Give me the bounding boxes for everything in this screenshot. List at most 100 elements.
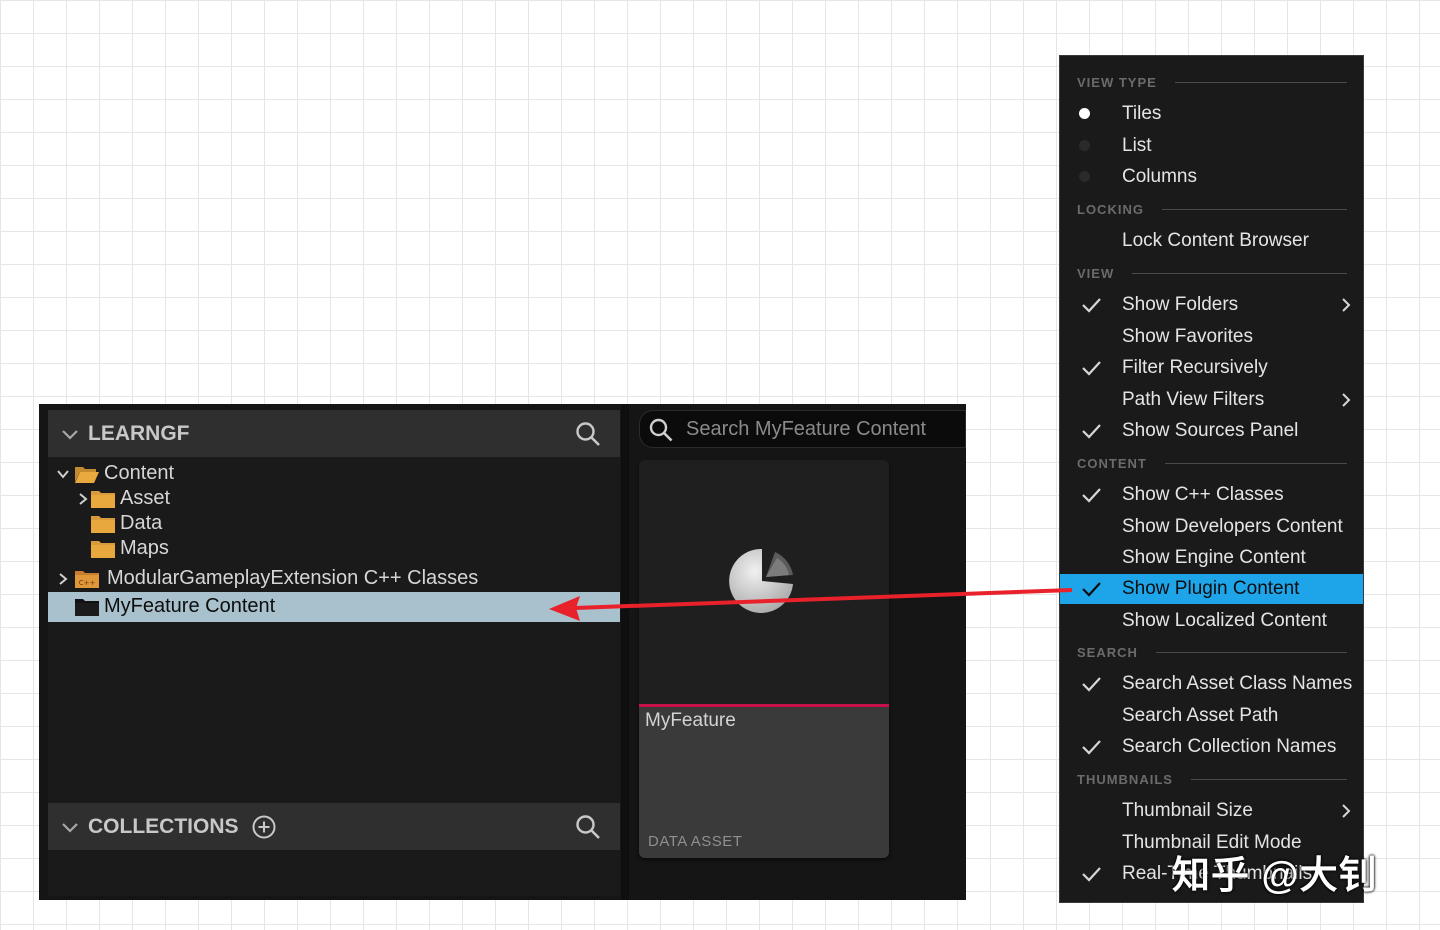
cpp-folder-icon: C++ [74, 569, 100, 589]
menu-section-title: VIEW [1077, 265, 1115, 281]
menu-item[interactable]: Search Collection Names [1060, 732, 1363, 762]
tree-item[interactable]: Asset [48, 487, 620, 512]
menu-item[interactable]: Columns [1060, 162, 1363, 192]
tree-item[interactable]: Data [48, 512, 620, 537]
menu-item-label: Columns [1122, 166, 1197, 187]
menu-section-heading: SEARCH [1077, 642, 1347, 662]
collections-title: COLLECTIONS [88, 814, 239, 838]
tree-item[interactable]: Content [48, 462, 620, 487]
menu-item-label: Tiles [1122, 103, 1162, 124]
menu-item[interactable]: Show Localized Content [1060, 606, 1363, 636]
chevron-right-icon[interactable] [56, 572, 70, 586]
menu-section-divider [1132, 273, 1347, 274]
add-collection-icon[interactable] [251, 814, 277, 840]
menu-item-label: Show Localized Content [1122, 610, 1327, 631]
menu-item-label: Thumbnail Size [1122, 800, 1253, 821]
chevron-right-icon [1342, 804, 1351, 818]
settings-menu: VIEW TYPE Tiles List Columns LOCKING Lock Con… [1059, 55, 1364, 903]
menu-item[interactable]: Search Asset Class Names [1060, 669, 1363, 699]
svg-text:C++: C++ [79, 579, 96, 587]
menu-item[interactable]: Show C++ Classes [1060, 480, 1363, 510]
menu-item-label: Show Sources Panel [1122, 420, 1299, 441]
menu-item[interactable]: Path View Filters [1060, 385, 1363, 415]
checkmark-icon [1082, 361, 1101, 376]
asset-tile[interactable]: MyFeature DATA ASSET [639, 460, 889, 858]
chevron-right-icon[interactable] [76, 492, 90, 506]
menu-section-divider [1165, 463, 1347, 464]
asset-name: MyFeature [645, 710, 736, 731]
tree-item[interactable]: Maps [48, 537, 620, 562]
menu-item-label: Show Engine Content [1122, 547, 1306, 568]
menu-section-title: VIEW TYPE [1077, 74, 1157, 90]
menu-section-heading: VIEW [1077, 263, 1347, 283]
chevron-down-icon [62, 822, 78, 833]
folder-icon [90, 489, 116, 509]
folder-icon [90, 514, 116, 534]
menu-item-label: List [1122, 135, 1152, 156]
menu-section-title: THUMBNAILS [1077, 771, 1173, 787]
menu-item[interactable]: Show Plugin Content [1060, 574, 1363, 604]
tree-item-label: ModularGameplayExtension C++ Classes [107, 567, 479, 589]
menu-item[interactable]: Filter Recursively [1060, 353, 1363, 383]
checkmark-icon [1082, 488, 1101, 503]
tree-item[interactable]: MyFeature Content [48, 592, 620, 622]
menu-item-label: Filter Recursively [1122, 357, 1268, 378]
folder-dark-icon [74, 597, 100, 617]
sources-header[interactable]: LEARNGF [48, 410, 620, 457]
chevron-right-icon [1342, 393, 1351, 407]
menu-item[interactable]: Lock Content Browser [1060, 226, 1363, 256]
menu-item[interactable]: Thumbnail Size [1060, 796, 1363, 826]
panel-splitter[interactable] [621, 404, 629, 900]
search-icon[interactable] [574, 813, 602, 841]
menu-item-label: Search Asset Path [1122, 705, 1279, 726]
menu-item-label: Search Asset Class Names [1122, 673, 1353, 694]
folder-tree: Content Asset Data Maps C++ ModularGameplayEx… [48, 460, 620, 800]
menu-item[interactable]: Tiles [1060, 99, 1363, 129]
menu-section-heading: LOCKING [1077, 199, 1347, 219]
menu-item-label: Show C++ Classes [1122, 484, 1284, 505]
folder-open-icon [74, 464, 100, 484]
data-asset-icon [729, 548, 793, 613]
search-icon[interactable] [574, 420, 602, 448]
menu-item[interactable]: Show Favorites [1060, 322, 1363, 352]
menu-item-label: Show Plugin Content [1122, 578, 1300, 599]
collections-header[interactable]: COLLECTIONS [48, 803, 620, 850]
tree-item-label: Asset [120, 487, 171, 509]
menu-section-divider [1162, 209, 1347, 210]
menu-item[interactable]: Show Developers Content [1060, 512, 1363, 542]
checkmark-icon [1082, 582, 1101, 597]
menu-item-label: Show Developers Content [1122, 516, 1343, 537]
tree-item-label: MyFeature Content [104, 595, 276, 617]
menu-section-divider [1156, 652, 1347, 653]
menu-item-label: Search Collection Names [1122, 736, 1337, 757]
radio-dot-icon [1079, 140, 1090, 151]
checkmark-icon [1082, 867, 1101, 882]
chevron-down-icon[interactable] [56, 467, 70, 481]
checkmark-icon [1082, 424, 1101, 439]
menu-section-heading: THUMBNAILS [1077, 769, 1347, 789]
checkmark-icon [1082, 298, 1101, 313]
menu-section-title: CONTENT [1077, 455, 1147, 471]
radio-dot-icon [1079, 171, 1090, 182]
menu-item-label: Show Folders [1122, 294, 1239, 315]
checkmark-icon [1082, 740, 1101, 755]
chevron-right-icon [1342, 298, 1351, 312]
menu-item[interactable]: List [1060, 131, 1363, 161]
menu-item-label: Path View Filters [1122, 389, 1265, 410]
asset-type: DATA ASSET [648, 833, 743, 850]
radio-dot-icon [1079, 108, 1090, 119]
menu-section-heading: CONTENT [1077, 453, 1347, 473]
menu-item[interactable]: Show Engine Content [1060, 543, 1363, 573]
menu-item[interactable]: Show Sources Panel [1060, 416, 1363, 446]
menu-item[interactable]: Show Folders [1060, 290, 1363, 320]
folder-icon [90, 539, 116, 559]
tree-item[interactable]: C++ ModularGameplayExtension C++ Classes [48, 567, 620, 592]
menu-section-divider [1175, 82, 1347, 83]
search-input[interactable] [686, 414, 956, 444]
tree-item-label: Data [120, 512, 163, 534]
asset-search-box [639, 410, 966, 448]
menu-item[interactable]: Search Asset Path [1060, 701, 1363, 731]
sources-header-title: LEARNGF [88, 421, 190, 445]
asset-thumbnail [639, 460, 889, 704]
menu-item-label: Lock Content Browser [1122, 230, 1309, 251]
